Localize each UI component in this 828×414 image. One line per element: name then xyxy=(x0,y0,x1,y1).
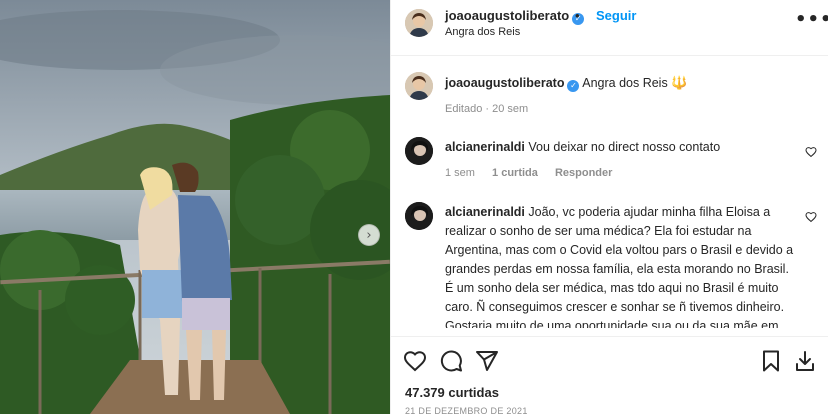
commenter-avatar[interactable] xyxy=(405,202,433,230)
post-photo[interactable]: › xyxy=(0,0,390,414)
carousel-next-button[interactable]: › xyxy=(358,224,380,246)
more-icon[interactable]: ••• xyxy=(795,9,828,30)
caption-meta: Editado · 20 sem xyxy=(445,103,529,115)
comment-text: alcianerinaldi João, vc poderia ajudar m… xyxy=(445,203,797,328)
author-username[interactable]: joaoaugustoliberato ✓ xyxy=(445,8,585,25)
post-date: 21 DE DEZEMBRO DE 2021 xyxy=(405,406,528,414)
caption-body: Angra dos Reis xyxy=(582,76,668,90)
comment-body: Vou deixar no direct nosso contato xyxy=(528,140,721,154)
heart-icon[interactable] xyxy=(403,349,427,373)
reply-button[interactable]: Responder xyxy=(555,167,612,179)
caption-text: joaoaugustoliberato ✓ Angra dos Reis 🔱 xyxy=(445,76,805,92)
trident-emoji: 🔱 xyxy=(671,76,688,91)
comment-username[interactable]: alcianerinaldi xyxy=(445,205,525,219)
comment-heart-icon[interactable] xyxy=(805,146,817,158)
share-icon[interactable] xyxy=(475,349,499,373)
comment-icon[interactable] xyxy=(439,349,463,373)
post-location[interactable]: Angra dos Reis xyxy=(445,26,520,38)
comment-body: João, vc poderia ajudar minha filha Eloi… xyxy=(445,205,794,328)
comment-likes[interactable]: 1 curtida xyxy=(492,167,538,179)
comment-item: alcianerinaldi João, vc poderia ajudar m… xyxy=(405,202,825,328)
post-panel: joaoaugustoliberato ✓ • Seguir Angra dos … xyxy=(390,0,828,414)
photo-image xyxy=(0,0,390,414)
likes-count[interactable]: 47.379 curtidas xyxy=(405,385,499,400)
follow-button[interactable]: Seguir xyxy=(596,8,636,23)
author-avatar[interactable] xyxy=(405,9,433,37)
bookmark-icon[interactable] xyxy=(759,349,783,373)
caption-avatar[interactable] xyxy=(405,72,433,100)
comment-meta: 1 sem 1 curtida Responder xyxy=(445,167,626,179)
comment-text: alcianerinaldi Vou deixar no direct noss… xyxy=(445,138,797,157)
commenter-avatar[interactable] xyxy=(405,137,433,165)
post-actions: 47.379 curtidas 21 DE DEZEMBRO DE 2021 xyxy=(391,336,828,414)
caption-username[interactable]: joaoaugustoliberato xyxy=(445,76,564,90)
download-icon[interactable] xyxy=(793,349,817,373)
separator-dot: • xyxy=(575,8,580,23)
author-username-text[interactable]: joaoaugustoliberato xyxy=(445,8,569,23)
comment-heart-icon[interactable] xyxy=(805,211,817,223)
verified-icon: ✓ xyxy=(567,80,580,92)
post-header: joaoaugustoliberato ✓ • Seguir Angra dos … xyxy=(391,0,828,56)
comment-time: 1 sem xyxy=(445,167,475,179)
comment-username[interactable]: alcianerinaldi xyxy=(445,140,525,154)
